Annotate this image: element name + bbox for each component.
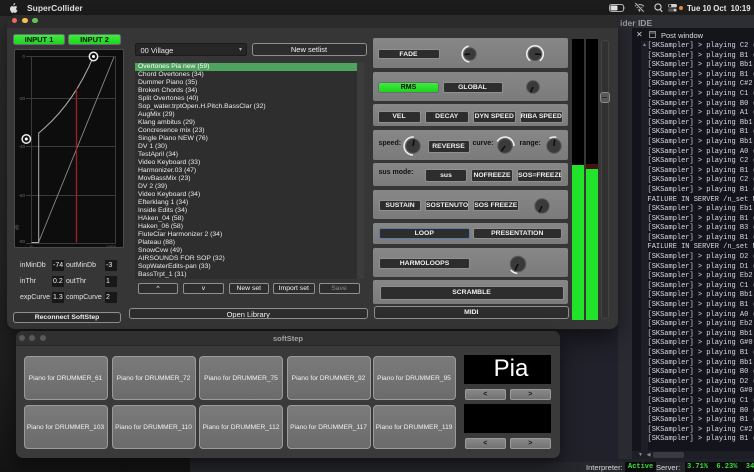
svg-text:0: 0: [22, 54, 25, 59]
svg-text:1000: 1000: [106, 245, 117, 248]
svg-text:0: 0: [30, 245, 33, 248]
svg-text:-20: -20: [18, 96, 25, 101]
svg-text:-80: -80: [18, 239, 25, 244]
svg-text:dB: dB: [15, 224, 20, 230]
svg-text:-40: -40: [18, 144, 25, 149]
svg-text:-60: -60: [18, 193, 25, 198]
